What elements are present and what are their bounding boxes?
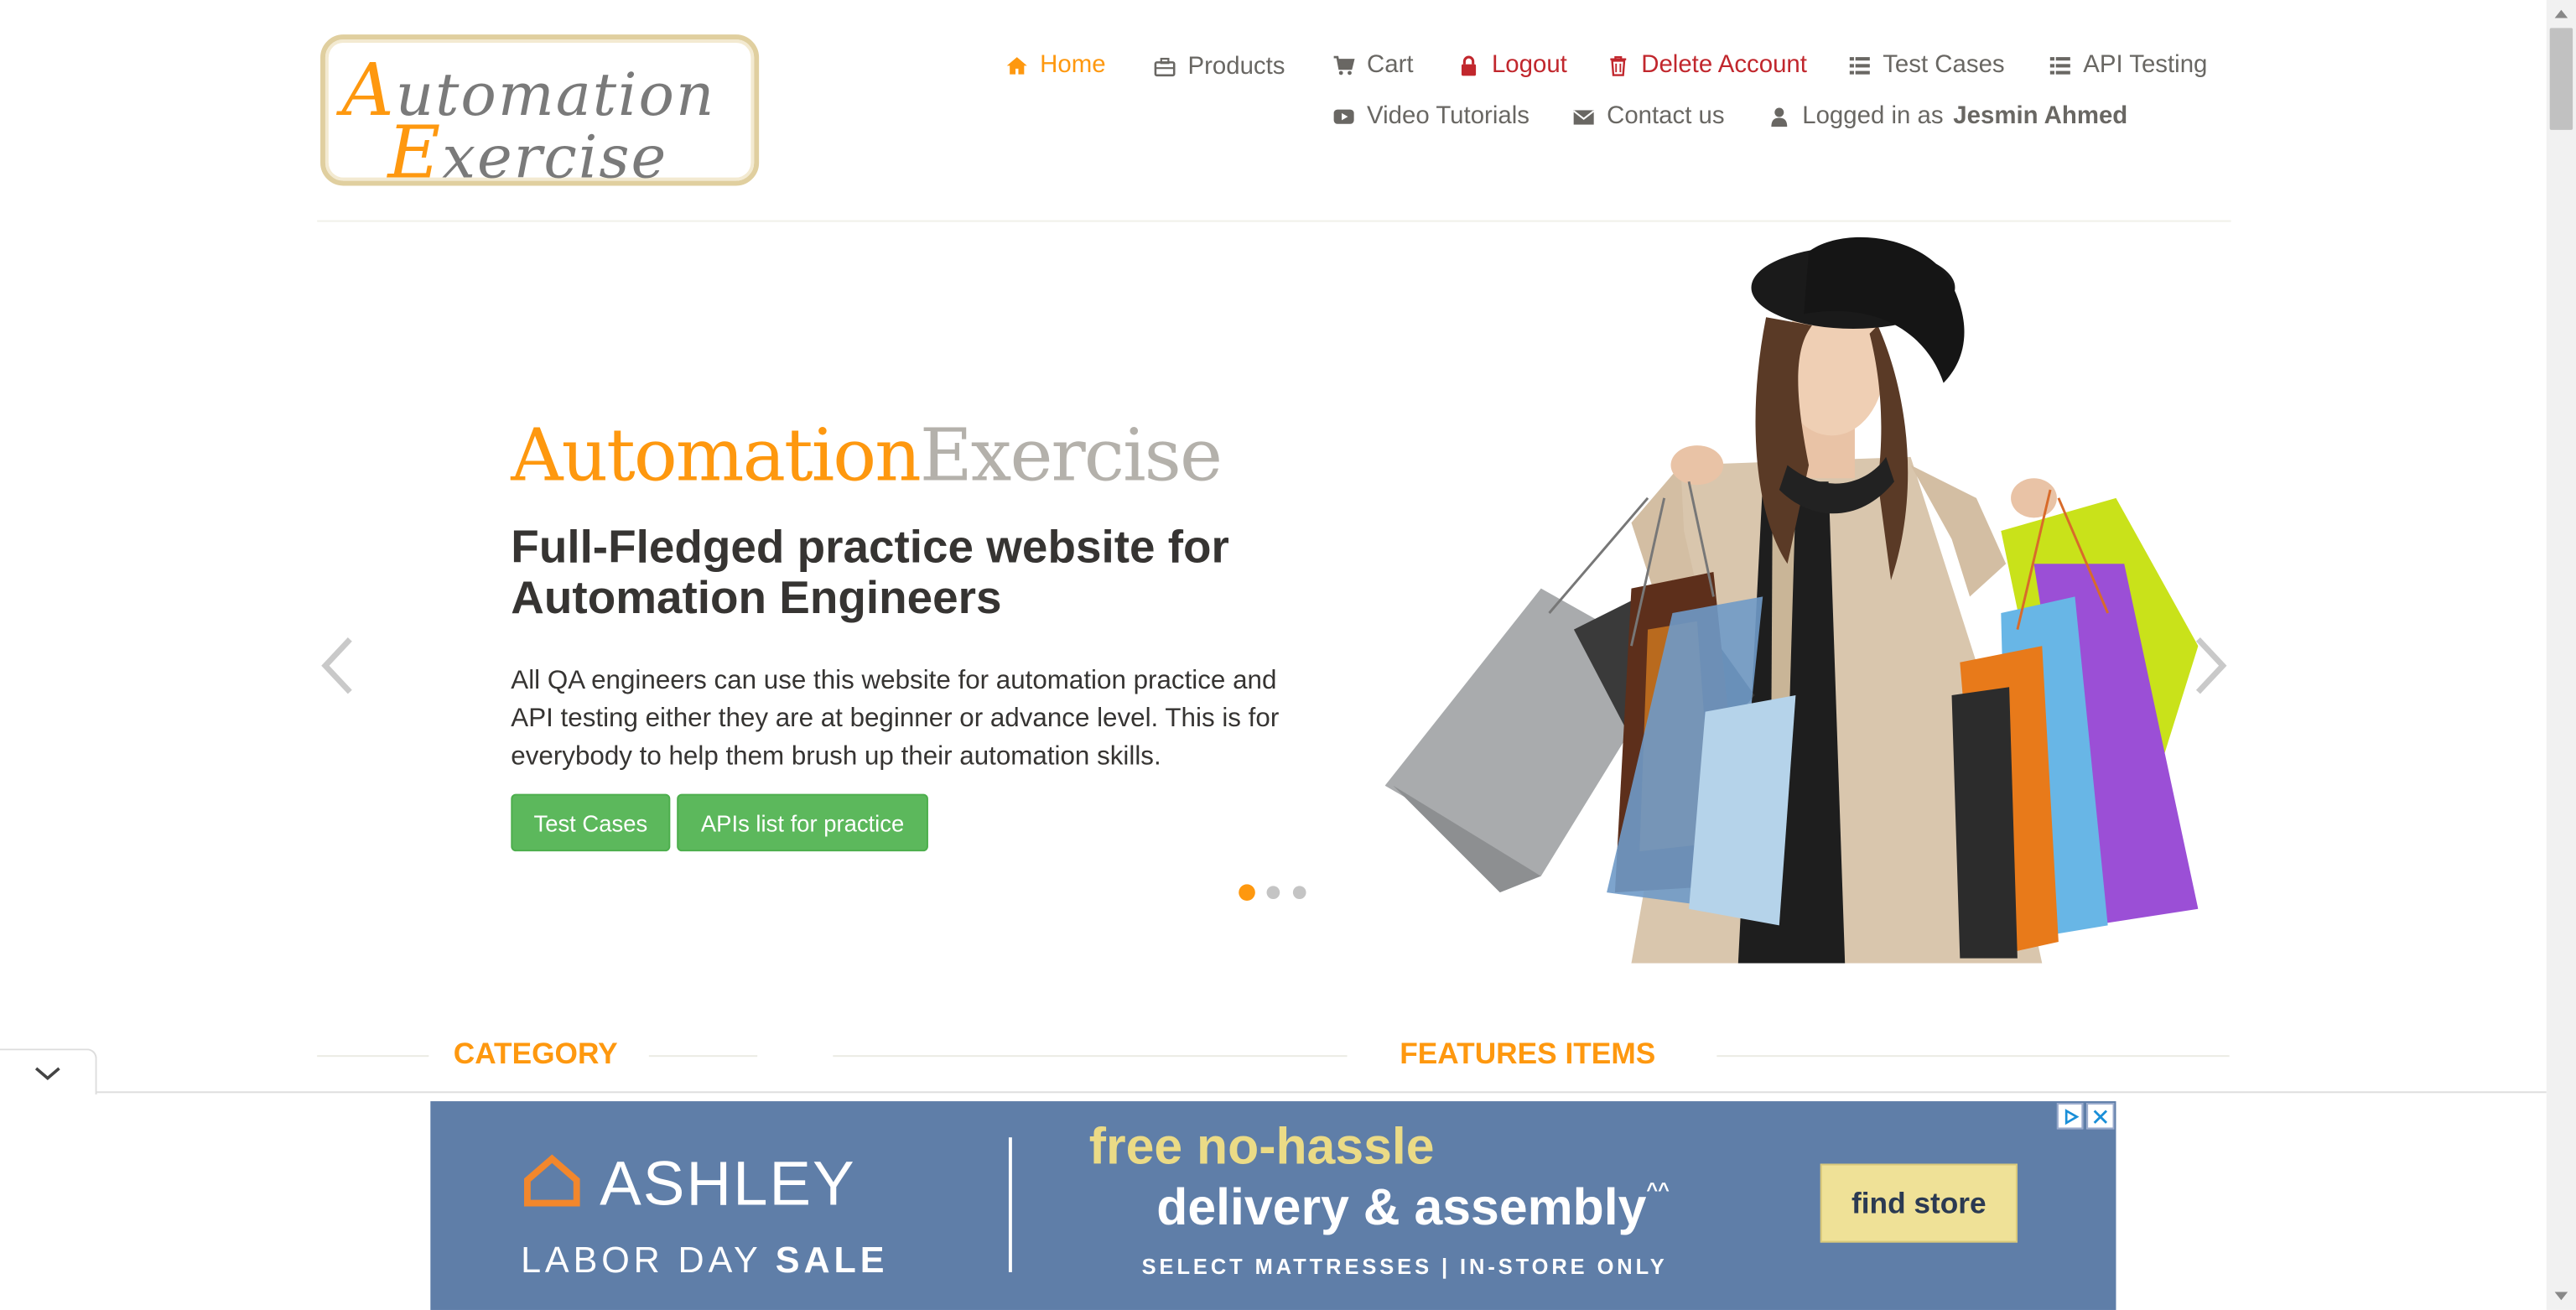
slider-indicator-2[interactable] xyxy=(1266,886,1280,900)
nav-products[interactable]: Products xyxy=(1151,53,1285,81)
slider-indicator-1[interactable] xyxy=(1239,884,1255,901)
list-icon xyxy=(2047,52,2073,78)
slider-next-arrow[interactable] xyxy=(2192,633,2231,699)
logo-text-2: xercise xyxy=(442,124,668,193)
scroll-down-arrow[interactable] xyxy=(2547,1284,2576,1310)
nav-contact-us-label: Contact us xyxy=(1607,101,1725,130)
nav-delete-account-label: Delete Account xyxy=(1641,50,1807,80)
logged-in-username: Jesmin Ahmed xyxy=(1953,101,2128,130)
nav-video-tutorials-label: Video Tutorials xyxy=(1367,101,1530,130)
ashley-ad-banner[interactable]: ASHLEY LABOR DAY SALE free no-hassle del… xyxy=(430,1101,2116,1310)
ad-delivery-text: delivery & assembly^^ xyxy=(1156,1178,1670,1238)
adchoices-icon[interactable] xyxy=(2056,1103,2084,1130)
user-icon xyxy=(1766,102,1792,128)
nav-cart[interactable]: Cart xyxy=(1331,51,1414,79)
youtube-icon xyxy=(1331,102,1357,128)
ad-collapse-toggle[interactable] xyxy=(0,1048,97,1095)
ad-find-store-button[interactable]: find store xyxy=(1820,1163,2018,1243)
nav-test-cases-label: Test Cases xyxy=(1883,50,2005,80)
ad-delivery-sup: ^^ xyxy=(1646,1178,1670,1202)
nav-products-label: Products xyxy=(1187,52,1285,81)
briefcase-icon xyxy=(1151,54,1177,80)
scrollbar-thumb[interactable] xyxy=(2549,28,2573,130)
nav-test-cases[interactable]: Test Cases xyxy=(1846,50,2005,80)
ad-labor-bold: SALE xyxy=(775,1239,889,1281)
page-scrollbar[interactable] xyxy=(2546,0,2576,1310)
home-icon xyxy=(1004,52,1030,78)
nav-cart-label: Cart xyxy=(1367,50,1414,80)
ad-free-text: free no-hassle xyxy=(1088,1117,1435,1176)
logged-in-prefix: Logged in as xyxy=(1802,101,1944,130)
nav-video-tutorials[interactable]: Video Tutorials xyxy=(1331,102,1530,130)
cart-icon xyxy=(1331,52,1357,78)
category-title-line-right xyxy=(648,1055,758,1058)
ad-close-icon[interactable] xyxy=(2086,1103,2115,1130)
category-title-line-left xyxy=(317,1055,429,1058)
features-items-title: FEATURES ITEMS xyxy=(1400,1037,1656,1070)
chevron-right-icon xyxy=(2195,637,2227,694)
nav-logout-label: Logout xyxy=(1491,50,1567,80)
features-title-line-right xyxy=(1716,1055,2230,1058)
scroll-up-arrow[interactable] xyxy=(2547,0,2576,26)
brand-title-exercise: Exercise xyxy=(919,413,1223,498)
slider-headline: Full-Fledged practice website for Automa… xyxy=(511,521,1229,623)
nav-home-label: Home xyxy=(1040,50,1106,80)
ad-select-text: SELECT MATTRESSES | IN-STORE ONLY xyxy=(1141,1254,1668,1279)
ad-labor-light: LABOR DAY xyxy=(521,1239,761,1281)
features-title-line-left xyxy=(833,1055,1348,1058)
slider-prev-arrow[interactable] xyxy=(317,633,356,699)
nav-contact-us[interactable]: Contact us xyxy=(1571,102,1725,130)
lock-icon xyxy=(1456,52,1482,78)
nav-delete-account[interactable]: Delete Account xyxy=(1605,51,1807,79)
nav-logged-in-as: Logged in as Jesmin Ahmed xyxy=(1766,102,2127,130)
nav-logout[interactable]: Logout xyxy=(1456,51,1567,79)
trash-icon xyxy=(1605,52,1631,78)
nav-api-testing-label: API Testing xyxy=(2083,50,2208,80)
envelope-icon xyxy=(1571,102,1597,128)
header-divider xyxy=(317,220,2231,222)
logo-cap-e: E xyxy=(387,112,443,196)
nav-api-testing[interactable]: API Testing xyxy=(2047,51,2207,79)
site-logo[interactable]: Automation Exercise xyxy=(320,34,760,195)
list-icon xyxy=(1846,52,1872,78)
brand-title-automation: Automation xyxy=(511,413,921,498)
slider-hero-image xyxy=(1384,235,2199,964)
test-cases-button[interactable]: Test Cases xyxy=(511,793,671,852)
apis-list-button[interactable]: APIs list for practice xyxy=(677,793,928,852)
nav-home[interactable]: Home xyxy=(1004,51,1106,79)
slider-brand-title: AutomationExercise xyxy=(511,413,1223,498)
ad-delivery-main: delivery & assembly xyxy=(1156,1178,1647,1236)
category-section-title: CATEGORY xyxy=(453,1037,618,1070)
slider-description: All QA engineers can use this website fo… xyxy=(511,667,1280,772)
chevron-left-icon xyxy=(321,637,352,694)
chevron-down-icon xyxy=(34,1066,60,1079)
slider-indicator-3[interactable] xyxy=(1292,886,1306,900)
ad-labor-day: LABOR DAY SALE xyxy=(521,1240,888,1282)
